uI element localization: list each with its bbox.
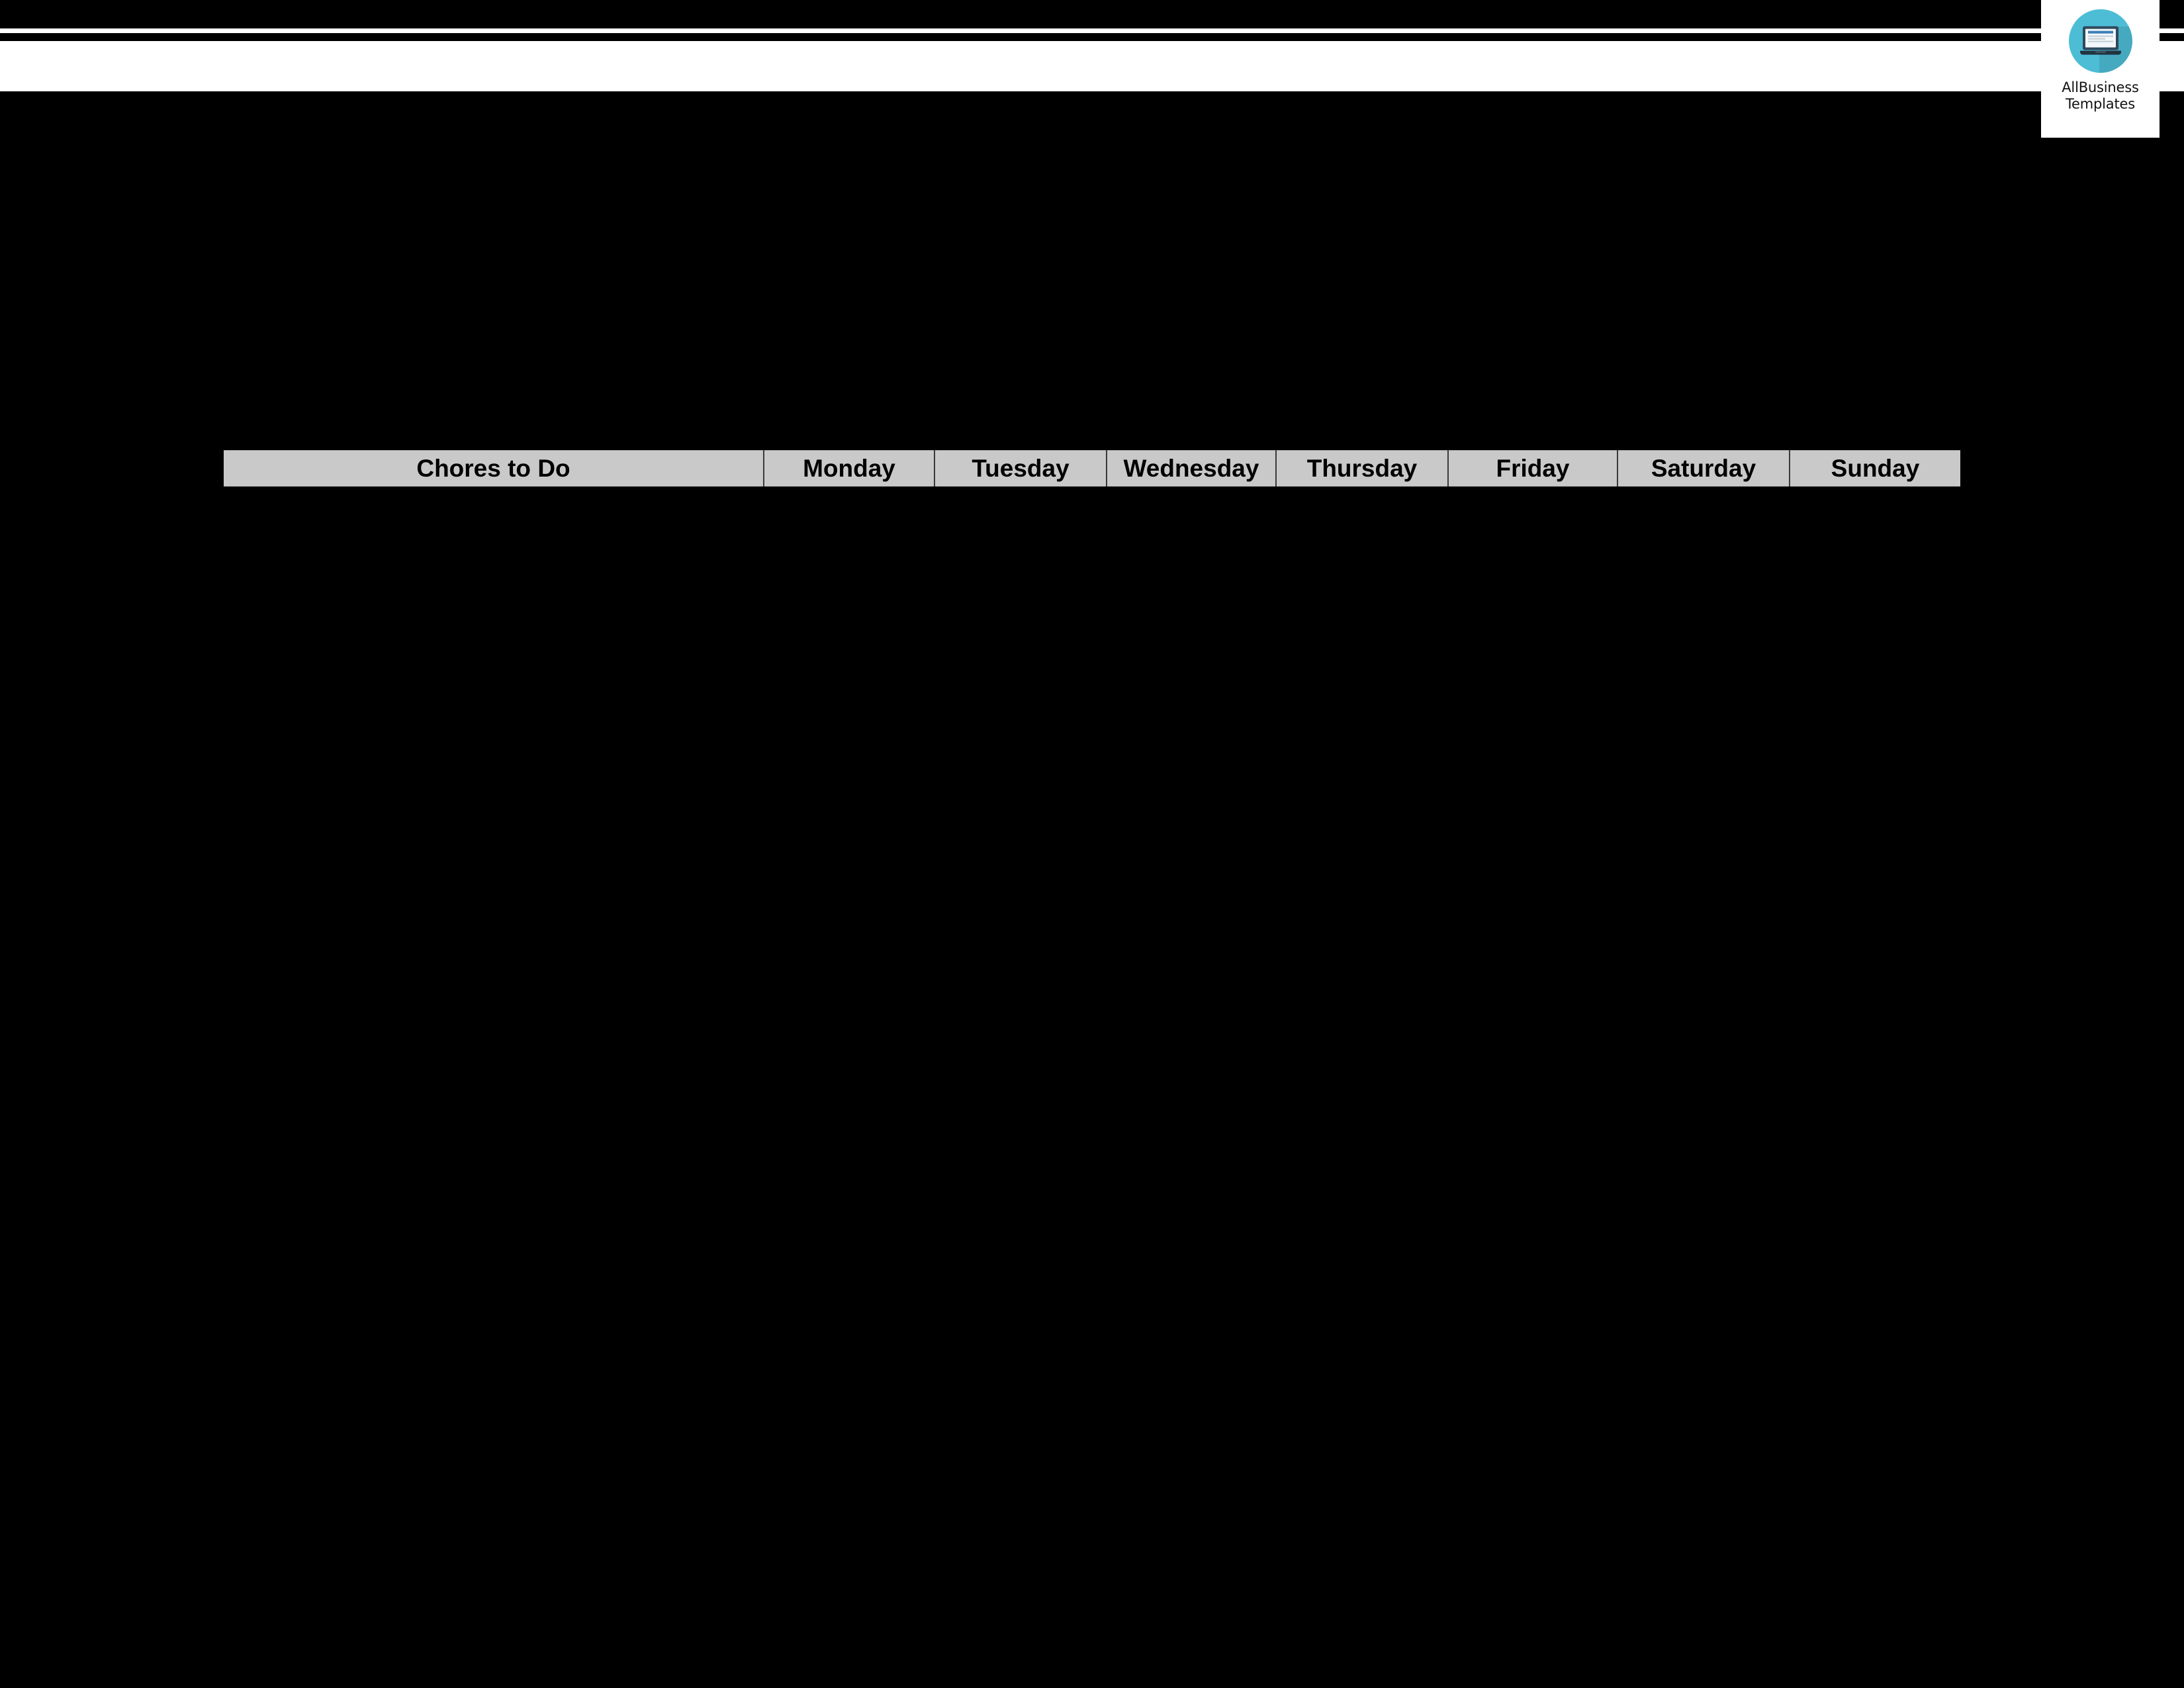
- allbusiness-templates-logo: AllBusiness Templates: [2041, 0, 2160, 138]
- chore-chart-table: Chores to Do Monday Tuesday Wednesday Th…: [224, 450, 1960, 487]
- column-header-wednesday[interactable]: Wednesday: [1106, 450, 1276, 487]
- column-header-monday[interactable]: Monday: [763, 450, 934, 487]
- laptop-screen: [2085, 28, 2116, 48]
- laptop-icon: [2068, 9, 2132, 73]
- column-header-sunday[interactable]: Sunday: [1789, 450, 1960, 487]
- column-header-chores[interactable]: Chores to Do: [224, 450, 764, 487]
- laptop-base: [2079, 50, 2121, 55]
- column-header-saturday[interactable]: Saturday: [1617, 450, 1790, 487]
- top-accent-band-wide: [0, 41, 2184, 91]
- column-header-friday[interactable]: Friday: [1447, 450, 1617, 487]
- logo-wordmark-line-two: Templates: [2066, 96, 2135, 112]
- logo-wordmark: AllBusiness Templates: [2062, 79, 2139, 113]
- laptop-glyph: [2079, 26, 2121, 55]
- screen-line: [2087, 38, 2106, 40]
- top-accent-band-thin: [0, 28, 2184, 33]
- column-header-tuesday[interactable]: Tuesday: [934, 450, 1107, 487]
- laptop-lid: [2082, 26, 2118, 50]
- column-header-thursday[interactable]: Thursday: [1275, 450, 1448, 487]
- logo-wordmark-line-one: AllBusiness: [2062, 79, 2139, 95]
- screen-line: [2087, 35, 2113, 37]
- screen-line: [2087, 40, 2113, 42]
- table-header-row: Chores to Do Monday Tuesday Wednesday Th…: [224, 450, 1960, 487]
- screen-titlebar: [2087, 30, 2113, 34]
